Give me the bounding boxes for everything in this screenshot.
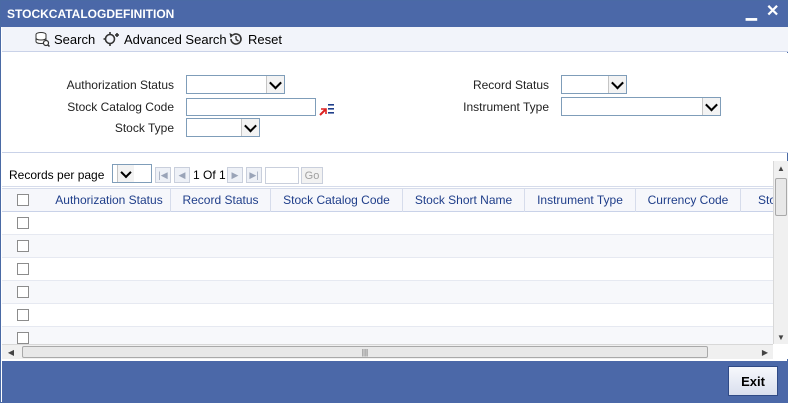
- vertical-scrollbar[interactable]: ▲ ▼: [773, 161, 788, 344]
- next-page-icon[interactable]: ▶: [227, 167, 243, 183]
- table-row[interactable]: [2, 258, 773, 281]
- row-checkbox[interactable]: [17, 240, 29, 252]
- grid-body: [2, 212, 773, 344]
- records-per-page-select[interactable]: 15: [112, 164, 152, 183]
- column-header-record-status[interactable]: Record Status: [171, 189, 271, 212]
- stock-catalog-code-label: Stock Catalog Code: [67, 100, 174, 114]
- exit-button[interactable]: Exit: [728, 366, 778, 396]
- scroll-down-icon[interactable]: ▼: [774, 330, 788, 344]
- record-status-label: Record Status: [472, 78, 549, 92]
- page-info: 1 Of 1: [193, 168, 226, 182]
- grid-header: Authorization Status Record Status Stock…: [2, 188, 773, 212]
- minimize-icon[interactable]: ▁: [746, 5, 760, 21]
- row-checkbox[interactable]: [17, 332, 29, 344]
- row-checkbox[interactable]: [17, 309, 29, 321]
- reset-button-label: Reset: [248, 31, 282, 47]
- vertical-scroll-thumb[interactable]: [775, 178, 787, 216]
- goto-page-input[interactable]: [265, 167, 299, 184]
- column-header-stock-short-name[interactable]: Stock Short Name: [403, 189, 525, 212]
- search-button[interactable]: Search: [34, 29, 95, 49]
- chevron-down-icon: [702, 98, 720, 115]
- horizontal-scrollbar[interactable]: ◀ ||| ▶: [2, 344, 773, 359]
- column-header-authorization-status[interactable]: Authorization Status: [48, 189, 171, 212]
- chevron-down-icon: [117, 165, 134, 182]
- record-status-select[interactable]: [561, 75, 627, 94]
- search-icon: [35, 32, 50, 47]
- table-row[interactable]: [2, 281, 773, 304]
- column-header-instrument-type[interactable]: Instrument Type: [525, 189, 636, 212]
- row-checkbox[interactable]: [17, 263, 29, 275]
- scroll-left-icon[interactable]: ◀: [4, 345, 18, 359]
- first-page-icon[interactable]: |◀: [155, 167, 171, 183]
- table-row[interactable]: [2, 212, 773, 235]
- advanced-search-icon: [103, 32, 119, 46]
- chevron-down-icon: [241, 119, 259, 136]
- search-button-label: Search: [54, 31, 96, 47]
- chevron-down-icon: [608, 76, 626, 93]
- title-bar: STOCKCATALOGDEFINITION ▁ ✕: [1, 1, 787, 27]
- results-panel: Records per page 15 |◀ ◀ 1 Of 1 ▶ ▶| Go …: [2, 161, 788, 359]
- last-page-icon[interactable]: ▶|: [246, 167, 262, 183]
- instrument-type-label: Instrument Type: [463, 100, 549, 114]
- search-criteria-panel: Authorization Status Stock Catalog Code …: [2, 53, 788, 153]
- authorization-status-label: Authorization Status: [66, 78, 174, 92]
- window-title: STOCKCATALOGDEFINITION: [7, 7, 175, 21]
- close-icon[interactable]: ✕: [766, 4, 782, 22]
- footer-bar: Exit: [2, 361, 788, 403]
- advanced-search-button-label: Advanced Search: [124, 31, 227, 47]
- row-checkbox[interactable]: [17, 217, 29, 229]
- previous-page-icon[interactable]: ◀: [174, 167, 190, 183]
- list-of-values-icon[interactable]: [318, 101, 336, 117]
- instrument-type-select[interactable]: [561, 97, 721, 116]
- records-per-page-label: Records per page: [9, 168, 105, 182]
- table-row[interactable]: [2, 327, 773, 344]
- reset-icon: [229, 33, 242, 45]
- stock-type-select[interactable]: [186, 118, 260, 137]
- stock-type-label: Stock Type: [114, 121, 174, 135]
- scroll-up-icon[interactable]: ▲: [774, 161, 788, 175]
- column-header-currency-code[interactable]: Currency Code: [636, 189, 741, 212]
- horizontal-scroll-thumb[interactable]: |||: [22, 346, 708, 358]
- reset-button[interactable]: Reset: [228, 29, 282, 49]
- select-all-checkbox[interactable]: [17, 194, 29, 206]
- stock-catalog-code-input[interactable]: [186, 98, 316, 116]
- chevron-down-icon: [266, 76, 284, 93]
- column-header-stock-catalog-code[interactable]: Stock Catalog Code: [271, 189, 403, 212]
- toolbar: Search Advanced Search Reset: [2, 27, 788, 52]
- pagination-bar: Records per page 15 |◀ ◀ 1 Of 1 ▶ ▶| Go: [2, 161, 773, 187]
- column-header-stock-partial[interactable]: Sto: [741, 189, 773, 212]
- authorization-status-select[interactable]: [186, 75, 285, 94]
- table-row[interactable]: [2, 304, 773, 327]
- scroll-right-icon[interactable]: ▶: [758, 345, 772, 359]
- row-checkbox[interactable]: [17, 286, 29, 298]
- go-button[interactable]: Go: [301, 167, 323, 184]
- advanced-search-button[interactable]: Advanced Search: [103, 29, 227, 49]
- stock-catalog-definition-window: STOCKCATALOGDEFINITION ▁ ✕ Search Advanc…: [0, 0, 788, 403]
- table-row[interactable]: [2, 235, 773, 258]
